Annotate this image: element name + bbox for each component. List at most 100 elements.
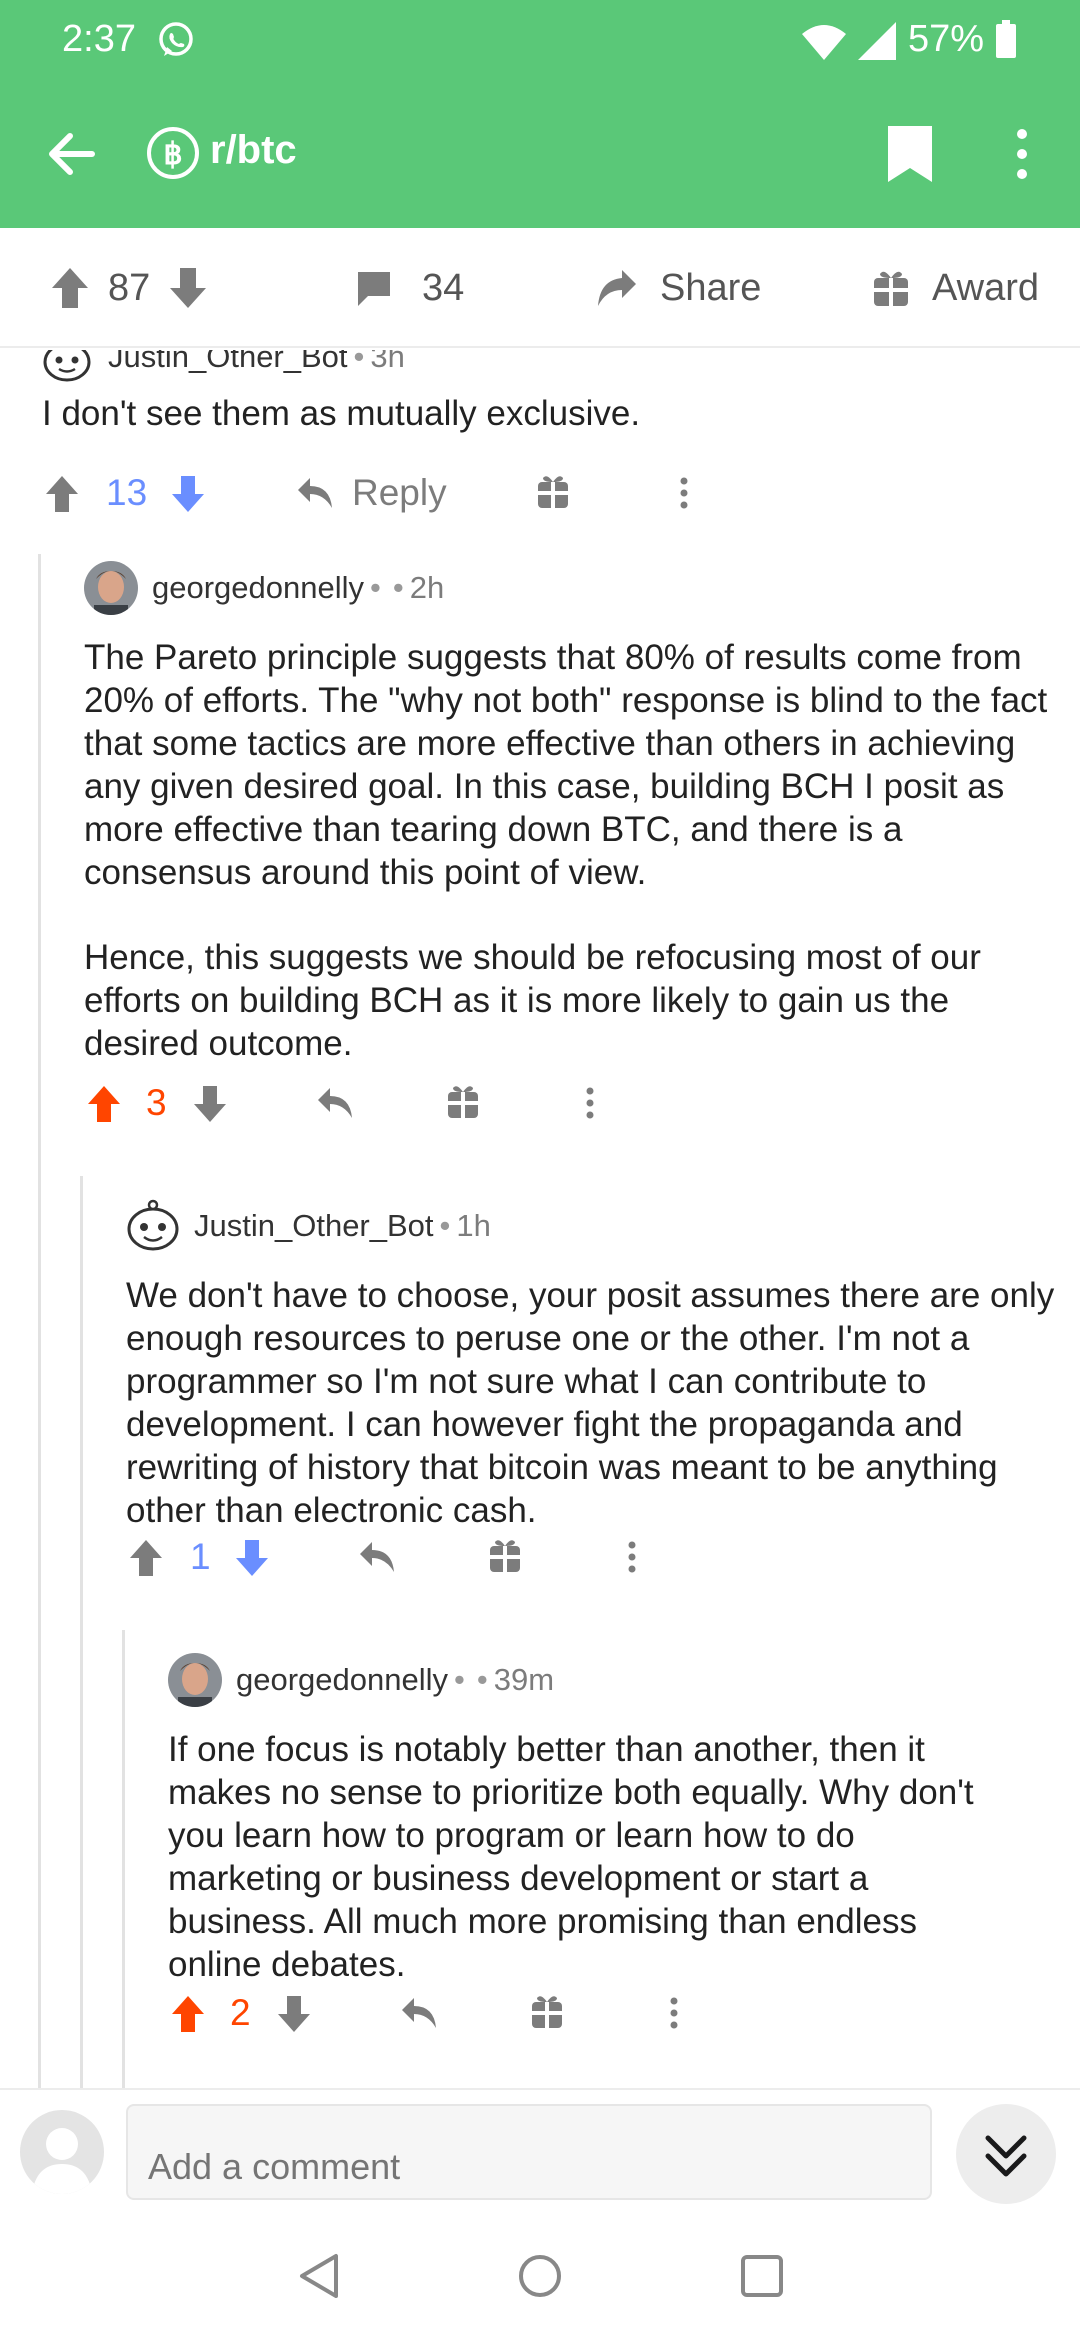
comment-body: We don't have to choose, your posit assu… [126,1274,1066,1532]
add-comment-input[interactable] [126,2104,932,2200]
reply-arrow-icon[interactable] [358,1522,396,1592]
downvote-icon[interactable] [192,1068,228,1138]
reply-arrow-icon[interactable] [400,1978,438,2048]
comment-meta: Justin_Other_Bot • 1h [126,1198,491,1254]
comment: georgedonnelly • • 2h The Pareto princip… [0,560,1080,1150]
comment-author[interactable]: Justin_Other_Bot [194,1208,434,1244]
reply-arrow-icon [298,478,332,508]
comment-time: 39m [493,1662,555,1697]
more-options-icon[interactable] [664,1978,684,2048]
comment-score: 13 [106,472,148,513]
comment-body: The Pareto principle suggests that 80% o… [84,636,1064,1065]
meta-separator: • [353,350,365,374]
comment-body: I don't see them as mutually exclusive. [42,392,1052,435]
comment-score: 1 [190,1536,211,1577]
subreddit-title[interactable]: r/btc [210,128,297,173]
nav-home-icon[interactable] [516,2252,564,2300]
comment-time: 2h [409,570,445,605]
wifi-icon [802,25,846,60]
comment-meta: georgedonnelly • • 2h [84,560,444,616]
share-icon [598,270,636,306]
back-arrow-icon[interactable] [44,126,100,182]
post-vote-group: 87 [50,228,208,348]
comment-count: 34 [422,266,465,309]
meta-separator: • [439,1208,451,1243]
gift-icon[interactable] [446,1068,480,1138]
comment-score: 2 [230,1992,251,2033]
upvote-icon[interactable] [50,266,90,310]
user-avatar[interactable] [168,1653,222,1707]
snoo-avatar-icon[interactable] [126,1199,180,1253]
comment-author[interactable]: Justin_Other_Bot [108,350,348,375]
comment: georgedonnelly • • 39m If one focus is n… [0,1652,1080,2088]
more-options-icon[interactable] [580,1068,600,1138]
comment-bubble-icon [358,272,390,306]
bitcoin-icon[interactable]: ฿ [146,126,200,180]
comment-actions: 13 Reply [44,458,1044,528]
comment-paragraph: I don't see them as mutually exclusive. [42,394,641,433]
status-bar: 2:37 57% [0,0,1080,80]
gift-icon[interactable] [530,1978,564,2048]
comment-paragraph: Hence, this suggests we should be refocu… [84,938,981,1063]
my-avatar[interactable] [20,2110,104,2194]
comment-body: If one focus is notably better than anot… [168,1728,998,1986]
comment: Justin_Other_Bot • 1h We don't have to c… [0,1198,1080,1598]
post-action-bar: 87 34 Share Award [0,228,1080,348]
share-button[interactable]: Share [596,228,761,348]
more-options-icon[interactable] [674,458,694,528]
gift-icon[interactable] [488,1522,522,1592]
downvote-icon[interactable] [276,1978,312,2048]
downvote-icon[interactable] [168,266,208,310]
award-button[interactable]: Award [872,228,1039,348]
app-header: 2:37 57% ฿ r/btc [0,0,1080,228]
system-nav-bar [0,2212,1080,2340]
battery-icon [996,20,1016,58]
bookmark-icon[interactable] [884,124,936,184]
comment-actions: 2 [170,1978,1050,2048]
gift-icon [874,271,908,306]
comment-paragraph: The Pareto principle suggests that 80% o… [84,638,1048,892]
comment-thread: Justin_Other_Bot • 3h I don't see them a… [0,350,1080,2088]
comment-score: 3 [146,1082,167,1123]
comment-actions: 3 [86,1068,1046,1138]
meta-separator: • [370,570,381,605]
next-comment-button[interactable] [956,2104,1056,2204]
comment-actions: 1 [128,1522,1048,1592]
nav-back-icon[interactable] [296,2252,344,2300]
reply-button[interactable]: Reply [296,458,447,528]
comment-time: 3h [370,350,405,374]
cellular-signal-icon [858,22,896,60]
meta-separator: • [392,570,404,605]
upvote-icon[interactable] [86,1068,122,1138]
reply-label: Reply [352,472,447,513]
comment-time: 1h [456,1208,491,1243]
share-label: Share [660,266,762,309]
comments-button[interactable]: 34 [354,228,464,348]
battery-percent: 57% [908,18,985,60]
upvote-icon[interactable] [128,1522,164,1592]
profile-placeholder-icon [32,2128,92,2194]
more-options-icon[interactable] [1008,126,1036,182]
user-avatar[interactable] [84,561,138,615]
nav-recents-icon[interactable] [738,2252,786,2300]
reply-arrow-icon[interactable] [316,1068,354,1138]
status-time: 2:37 [62,18,136,60]
downvote-icon[interactable] [234,1522,270,1592]
comment-author[interactable]: georgedonnelly [236,1662,448,1698]
meta-separator: • [476,1662,488,1697]
meta-separator: • [454,1662,465,1697]
comment-author[interactable]: georgedonnelly [152,570,364,606]
app-bar: ฿ r/btc [0,100,1080,210]
downvote-icon[interactable] [170,458,206,528]
comment: Justin_Other_Bot • 3h I don't see them a… [0,350,1080,530]
comment-meta: georgedonnelly • • 39m [168,1652,554,1708]
snoo-avatar-icon[interactable] [40,350,94,384]
gift-icon[interactable] [536,458,570,528]
comment-bar [0,2088,1080,2212]
whatsapp-icon [159,22,193,56]
upvote-icon[interactable] [170,1978,206,2048]
more-options-icon[interactable] [622,1522,642,1592]
double-chevron-down-icon [985,2135,1027,2177]
comment-meta: Justin_Other_Bot • 3h [40,350,405,384]
upvote-icon[interactable] [44,458,80,528]
